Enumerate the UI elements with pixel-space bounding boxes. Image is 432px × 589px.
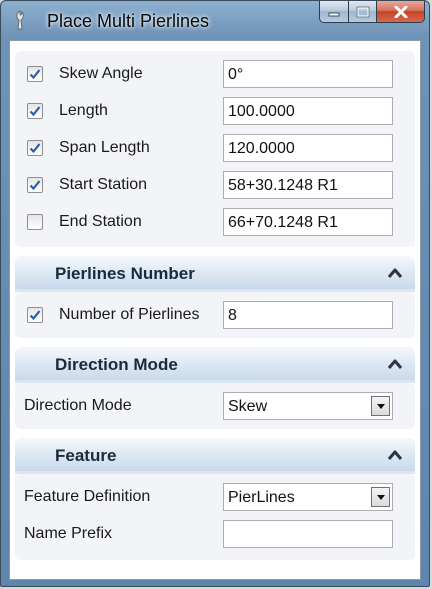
end-station-checkbox[interactable] (27, 214, 43, 230)
feature-definition-value: PierLines (228, 489, 295, 506)
app-icon (16, 10, 24, 30)
dropdown-arrow-button[interactable] (371, 487, 390, 507)
skew-angle-field[interactable]: 0° (223, 60, 393, 88)
number-of-pierlines-label: Number of Pierlines (59, 306, 200, 323)
length-field[interactable]: 100.0000 (223, 97, 393, 125)
maximize-icon (356, 6, 369, 17)
chevron-down-icon (376, 403, 385, 409)
feature-definition-row: Feature Definition PierLines (15, 480, 415, 514)
direction-mode-dropdown[interactable]: Skew (223, 392, 393, 420)
name-prefix-row: Name Prefix (15, 517, 415, 551)
skew-angle-row: Skew Angle 0° (15, 57, 415, 91)
window-title: Place Multi Pierlines (47, 11, 210, 31)
start-station-row: Start Station 58+30.1248 R1 (15, 168, 415, 202)
direction-mode-title: Direction Mode (55, 355, 178, 374)
title-bar[interactable]: Place Multi Pierlines (1, 1, 429, 39)
check-mark-icon (29, 180, 41, 191)
feature-section: Feature Definition PierLines Name Prefix (15, 474, 415, 560)
check-mark-icon (29, 143, 41, 154)
feature-definition-label: Feature Definition (24, 488, 151, 505)
collapse-chevron-icon[interactable] (387, 448, 403, 462)
close-button[interactable] (377, 1, 425, 23)
span-length-row: Span Length 120.0000 (15, 131, 415, 165)
dialog-window: Place Multi Pierlines Skew Angle 0° Leng… (0, 0, 430, 587)
pierlines-number-header[interactable]: Pierlines Number (15, 256, 415, 292)
check-mark-icon (29, 106, 41, 117)
name-prefix-label: Name Prefix (24, 525, 113, 542)
number-of-pierlines-row: Number of Pierlines 8 (15, 298, 415, 332)
name-prefix-field[interactable] (223, 520, 393, 548)
start-station-checkbox[interactable] (27, 177, 43, 193)
direction-mode-section: Direction Mode Skew (15, 383, 415, 429)
length-checkbox[interactable] (27, 103, 43, 119)
skew-angle-checkbox[interactable] (27, 66, 43, 82)
direction-mode-header[interactable]: Direction Mode (15, 347, 415, 383)
number-of-pierlines-field[interactable]: 8 (223, 301, 393, 329)
parameters-section: Skew Angle 0° Length 100.0000 Span Lengt… (15, 51, 415, 247)
direction-mode-value: Skew (228, 398, 268, 415)
collapse-chevron-icon[interactable] (387, 357, 403, 371)
chevron-down-icon (376, 494, 385, 500)
span-length-label: Span Length (59, 139, 150, 156)
close-icon (394, 5, 407, 18)
start-station-label: Start Station (59, 176, 148, 193)
window-controls (319, 1, 425, 25)
maximize-button[interactable] (349, 1, 377, 23)
collapse-chevron-icon[interactable] (387, 266, 403, 280)
minimize-button[interactable] (319, 1, 349, 23)
minimize-icon (328, 12, 340, 16)
direction-mode-row: Direction Mode Skew (15, 389, 415, 423)
dropdown-arrow-button[interactable] (371, 396, 390, 416)
end-station-row: End Station 66+70.1248 R1 (15, 205, 415, 239)
end-station-label: End Station (59, 213, 142, 230)
feature-header[interactable]: Feature (15, 438, 415, 474)
check-mark-icon (29, 69, 41, 80)
feature-definition-dropdown[interactable]: PierLines (223, 483, 393, 511)
direction-mode-label: Direction Mode (24, 397, 132, 414)
start-station-field[interactable]: 58+30.1248 R1 (223, 171, 393, 199)
span-length-field[interactable]: 120.0000 (223, 134, 393, 162)
length-row: Length 100.0000 (15, 94, 415, 128)
length-label: Length (59, 102, 108, 119)
check-mark-icon (29, 310, 41, 321)
skew-angle-label: Skew Angle (59, 65, 143, 82)
number-of-pierlines-checkbox[interactable] (27, 307, 43, 323)
pierlines-number-title: Pierlines Number (55, 264, 195, 283)
pierlines-number-section: Number of Pierlines 8 (15, 292, 415, 338)
end-station-field[interactable]: 66+70.1248 R1 (223, 208, 393, 236)
span-length-checkbox[interactable] (27, 140, 43, 156)
dialog-content: Skew Angle 0° Length 100.0000 Span Lengt… (9, 40, 421, 580)
feature-title: Feature (55, 446, 117, 465)
